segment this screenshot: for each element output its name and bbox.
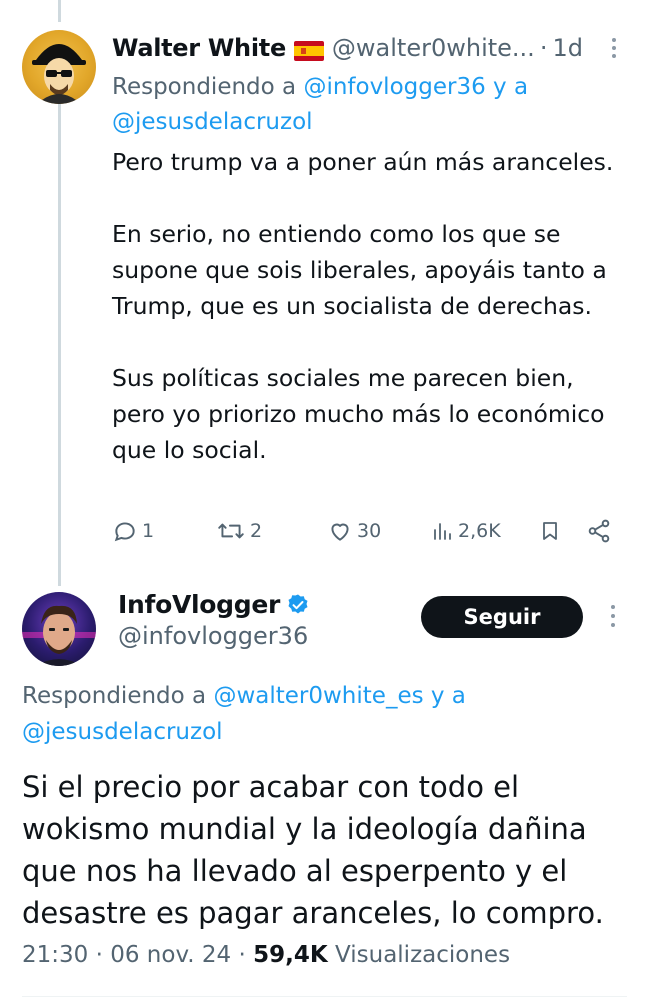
infovlogger-avatar-illustration [22,605,96,666]
replying-to: Respondiendo a @walter0white_es y a @jesu… [22,678,622,750]
thread-line [58,100,61,586]
avatar[interactable] [22,592,96,666]
share-button[interactable] [586,518,616,544]
mention-link[interactable]: @walter0white_es [213,683,423,709]
more-icon[interactable] [600,600,626,634]
repost-button[interactable]: 2 [216,518,262,544]
more-icon[interactable] [601,34,627,60]
bookmark-button[interactable] [538,518,566,544]
views-count: 59,4K [253,942,328,968]
reply-icon [114,522,135,542]
reply-count: 1 [142,520,155,542]
like-count: 30 [357,520,382,542]
avatar[interactable] [22,30,96,104]
mention-and: y a [423,683,466,709]
tweet-header: InfoVlogger [118,590,310,619]
tweet-header: Walter White @walter0white... · 1d [112,30,627,66]
repost-icon [218,523,244,539]
tweet-time[interactable]: 1d [552,34,583,62]
mention-link[interactable]: @infovlogger36 [303,74,485,100]
reply-button[interactable]: 1 [112,518,154,544]
views-label: Visualizaciones [335,942,511,968]
share-icon [588,519,610,543]
tweet-text: Si el precio por acabar con todo el woki… [22,770,604,930]
thread-line-top [58,0,61,22]
verified-badge-icon [288,594,308,613]
replying-prefix: Respondiendo a [22,683,214,709]
spain-flag-icon [293,39,324,61]
divider [22,996,627,997]
author-handle[interactable]: @infovlogger36 [118,622,308,650]
tweet-meta: 21:30 · 06 nov. 24 · 59,4K Visualizacion… [22,942,511,968]
mention-and: y a [485,74,529,100]
replying-to: Respondiendo a @infovlogger36 y a @jesusd… [112,70,612,140]
author-name[interactable]: Walter White [112,34,286,62]
walter-avatar-illustration [32,44,86,104]
bookmark-icon [543,522,557,540]
author-handle[interactable]: @walter0white... [332,34,535,62]
mention-link[interactable]: @jesusdelacruzol [112,109,313,135]
like-icon [331,523,349,541]
tweet-actions: 1 2 30 2,6K [112,518,622,554]
like-button[interactable]: 30 [327,518,381,544]
repost-count: 2 [250,520,263,542]
tweet-time[interactable]: 21:30 [22,942,88,968]
views-icon [434,523,451,540]
tweet-date[interactable]: 06 nov. 24 [110,942,231,968]
views-count: 2,6K [458,520,501,542]
views-button[interactable]: 2,6K [430,518,501,544]
mention-link[interactable]: @jesusdelacruzol [22,719,223,745]
replying-prefix: Respondiendo a [112,74,304,100]
tweet-text: Pero trump va a poner aún más aranceles.… [112,148,614,464]
author-name[interactable]: InfoVlogger [118,590,280,619]
separator-dot: · [539,34,548,62]
follow-button[interactable]: Seguir [421,596,583,638]
